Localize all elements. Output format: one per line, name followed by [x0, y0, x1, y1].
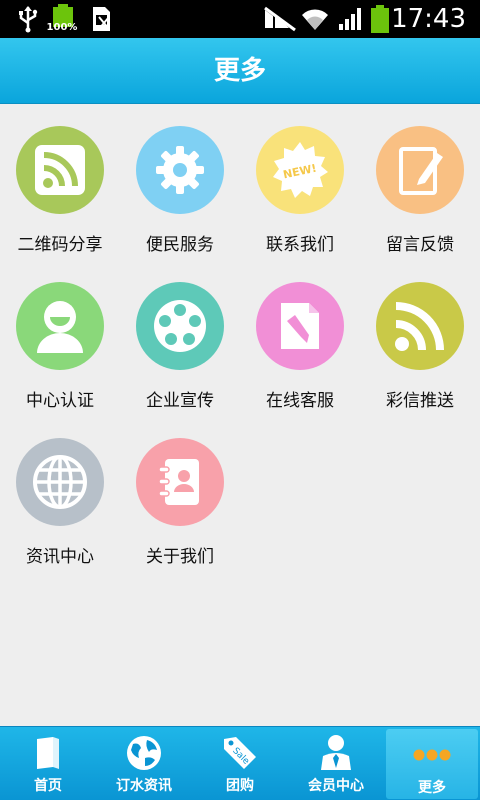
- tab-more[interactable]: 更多: [386, 729, 478, 799]
- battery-percent-label: 100%: [46, 22, 78, 33]
- grid-item-label: 企业宣传: [146, 391, 214, 411]
- document-pencil-icon: [256, 282, 344, 370]
- tab-label: 团购: [226, 778, 254, 794]
- grid-item-label: 便民服务: [146, 235, 214, 255]
- grid-item-feedback[interactable]: 留言反馈: [360, 104, 480, 260]
- wifi-icon: [300, 0, 330, 38]
- grid-item-label: 二维码分享: [17, 235, 103, 255]
- globe-icon: [124, 733, 164, 773]
- more-dots-icon: [412, 735, 452, 775]
- grid-item-label: 中心认证: [26, 391, 94, 411]
- grid-item-label: 资讯中心: [26, 547, 94, 567]
- grid-item-contact-us[interactable]: NEW! 联系我们: [240, 104, 360, 260]
- usb-icon: [14, 0, 42, 38]
- tab-label: 会员中心: [308, 778, 364, 794]
- battery-icon: [368, 0, 392, 38]
- globe-icon: [16, 438, 104, 526]
- rss-icon: [376, 282, 464, 370]
- tab-label: 首页: [34, 778, 62, 794]
- contacts-book-icon: [136, 438, 224, 526]
- tab-water-order-news[interactable]: 订水资讯: [96, 727, 192, 800]
- grid-item-company-promotion[interactable]: 企业宣传: [120, 260, 240, 416]
- grid-item-about-us[interactable]: 关于我们: [120, 416, 240, 572]
- tab-label: 订水资讯: [116, 778, 172, 794]
- grid-item-label: 联系我们: [266, 235, 334, 255]
- user-icon: [16, 282, 104, 370]
- tab-label: 更多: [418, 780, 446, 796]
- grid-item-news-center[interactable]: 资讯中心: [0, 416, 120, 572]
- edit-note-icon: [376, 126, 464, 214]
- grid-item-label: 留言反馈: [386, 235, 454, 255]
- signal-icon: [336, 0, 366, 38]
- grid-item-convenience-service[interactable]: 便民服务: [120, 104, 240, 260]
- mute-icon: [262, 0, 298, 38]
- status-bar: 100% 17:43: [0, 0, 480, 38]
- tab-home[interactable]: 首页: [0, 727, 96, 800]
- grid-item-label: 关于我们: [146, 547, 214, 567]
- book-icon: [28, 733, 68, 773]
- header-bar: 更多: [0, 38, 480, 104]
- grid-item-label: 彩信推送: [386, 391, 454, 411]
- grid-item-label: 在线客服: [266, 391, 334, 411]
- tab-member-center[interactable]: 会员中心: [288, 727, 384, 800]
- grid-item-mms-push[interactable]: 彩信推送: [360, 260, 480, 416]
- member-icon: [316, 733, 356, 773]
- sim-card-icon: [88, 0, 114, 38]
- feature-grid: 二维码分享 便民服务 NEW! 联系我们 留言反馈 中心认证 企业宣传 在线客服…: [0, 104, 480, 726]
- rss-icon: [16, 126, 104, 214]
- tab-group-buy[interactable]: Sale 团购: [192, 727, 288, 800]
- bottom-tab-bar: 首页 订水资讯 Sale 团购 会员中心 更多: [0, 726, 480, 800]
- sale-tag-icon: Sale: [220, 733, 260, 773]
- film-reel-icon: [136, 282, 224, 370]
- grid-item-online-support[interactable]: 在线客服: [240, 260, 360, 416]
- new-badge-icon: NEW!: [256, 126, 344, 214]
- gear-icon: [136, 126, 224, 214]
- grid-item-qr-share[interactable]: 二维码分享: [0, 104, 120, 260]
- clock: 17:43: [391, 4, 466, 34]
- page-title: 更多: [213, 56, 266, 86]
- grid-item-center-certification[interactable]: 中心认证: [0, 260, 120, 416]
